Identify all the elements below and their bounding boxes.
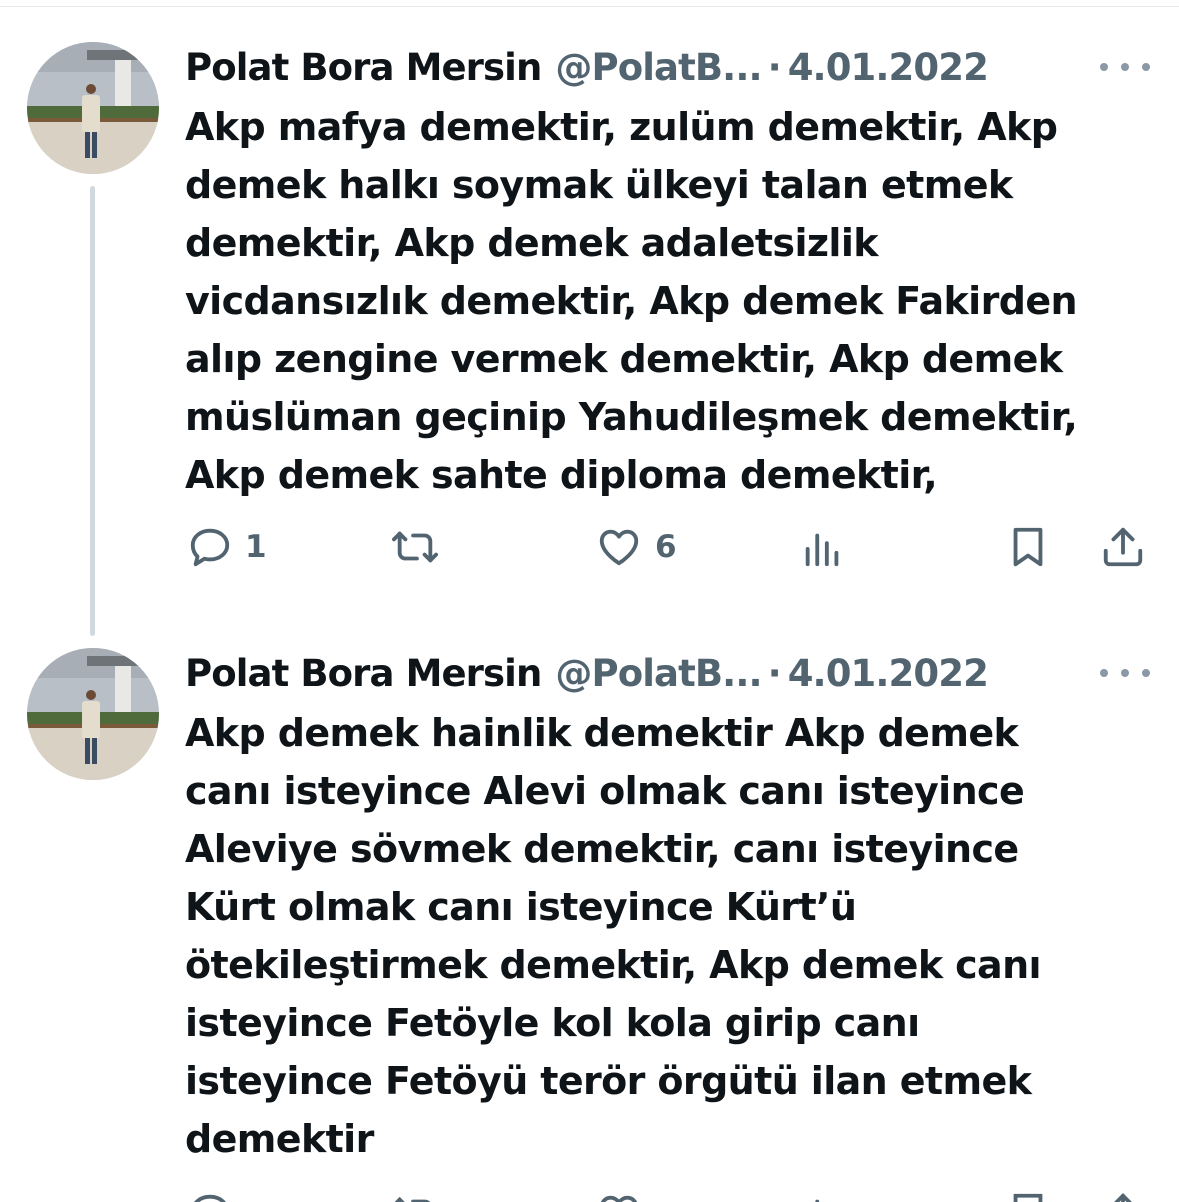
retweet-button[interactable] — [388, 1188, 442, 1202]
reply-icon — [187, 524, 233, 570]
like-button[interactable] — [595, 1188, 643, 1202]
share-icon — [1100, 1190, 1146, 1202]
tweet-text: Akp mafya demektir, zulüm demektir, Akp … — [185, 105, 1078, 497]
tweet-actions — [0, 1188, 1179, 1202]
more-icon[interactable] — [1100, 658, 1150, 688]
retweet-button[interactable] — [388, 522, 442, 572]
bookmark-button[interactable] — [1005, 1188, 1051, 1202]
avatar[interactable] — [27, 648, 159, 780]
tweet-header: Polat Bora Mersin @PolatB... · 4.01.2022 — [185, 42, 989, 92]
top-divider — [0, 6, 1179, 7]
views-icon — [800, 524, 846, 570]
author-handle[interactable]: @PolatB... — [555, 652, 762, 695]
tweet-date[interactable]: 4.01.2022 — [788, 652, 989, 695]
reply-button[interactable]: 1 — [187, 522, 267, 572]
views-button[interactable] — [800, 522, 846, 572]
heart-icon — [595, 524, 643, 570]
author-name[interactable]: Polat Bora Mersin — [185, 652, 542, 695]
author-handle[interactable]: @PolatB... — [555, 46, 762, 89]
reply-button[interactable] — [187, 1188, 233, 1202]
views-button[interactable] — [800, 1188, 846, 1202]
heart-icon — [595, 1190, 643, 1202]
bookmark-icon — [1005, 524, 1051, 570]
retweet-icon — [388, 524, 442, 570]
tweet-header: Polat Bora Mersin @PolatB... · 4.01.2022 — [185, 648, 989, 698]
like-button[interactable]: 6 — [595, 522, 677, 572]
avatar[interactable] — [27, 42, 159, 174]
author-name[interactable]: Polat Bora Mersin — [185, 46, 542, 89]
share-button[interactable] — [1100, 522, 1146, 572]
separator-dot: · — [767, 45, 782, 89]
like-count: 6 — [655, 529, 677, 565]
reply-icon — [187, 1190, 233, 1202]
share-icon — [1100, 524, 1146, 570]
tweet-actions: 1 6 — [0, 522, 1179, 572]
separator-dot: · — [767, 651, 782, 695]
share-button[interactable] — [1100, 1188, 1146, 1202]
tweet-date[interactable]: 4.01.2022 — [788, 46, 989, 89]
tweet-text: Akp demek hainlik demektir Akp demek can… — [185, 711, 1042, 1161]
views-icon — [800, 1190, 846, 1202]
reply-count: 1 — [245, 529, 267, 565]
bookmark-icon — [1005, 1190, 1051, 1202]
retweet-icon — [388, 1190, 442, 1202]
more-icon[interactable] — [1100, 52, 1150, 82]
bookmark-button[interactable] — [1005, 522, 1051, 572]
